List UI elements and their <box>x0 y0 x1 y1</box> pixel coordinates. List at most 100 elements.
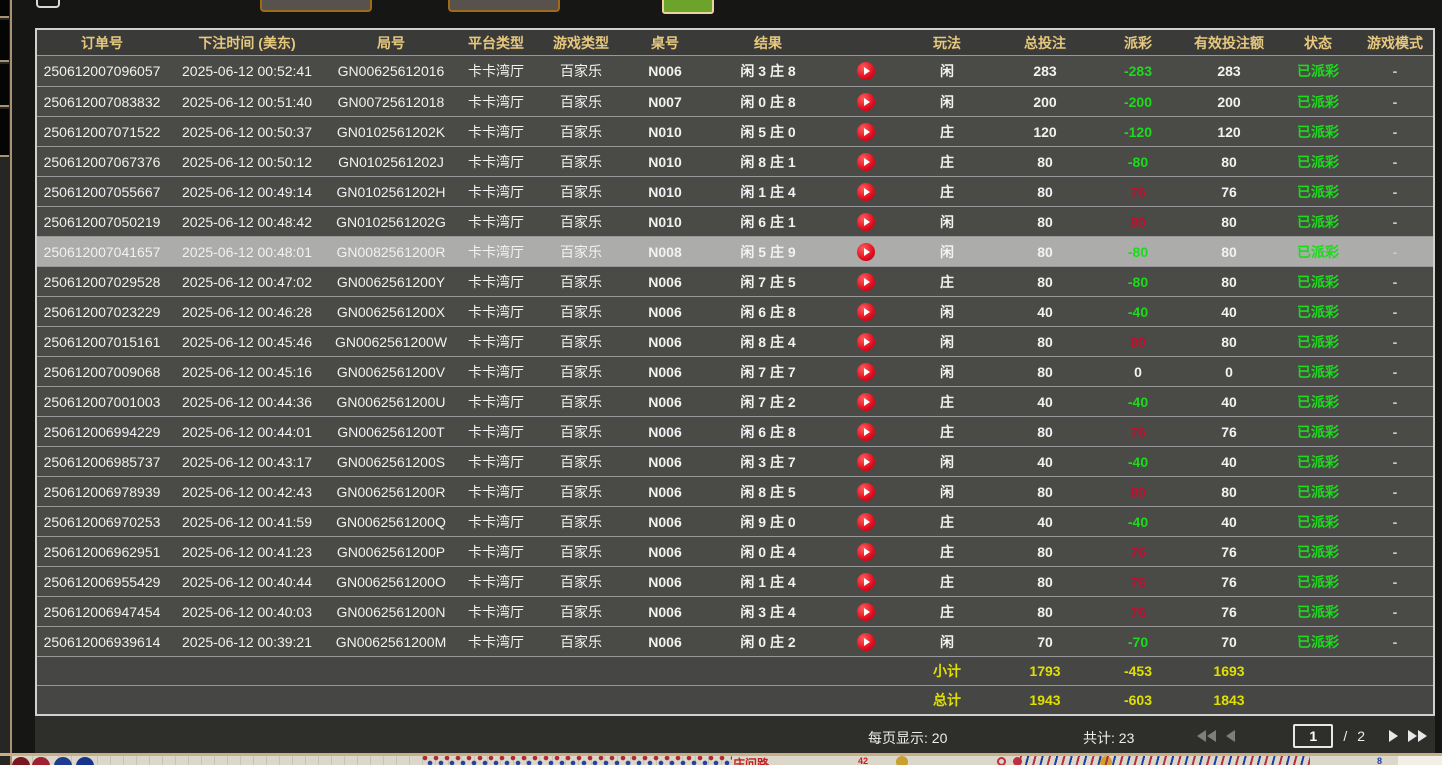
first-page-button[interactable] <box>1197 730 1216 742</box>
cell-round: GN0062561200R <box>327 477 455 506</box>
replay-video-icon[interactable] <box>857 213 875 231</box>
subtotal-label: 小计 <box>901 657 993 685</box>
cell-round: GN0062561200P <box>327 537 455 566</box>
cell-table-no: N010 <box>625 177 705 206</box>
replay-video-icon[interactable] <box>857 573 875 591</box>
table-row[interactable]: 2506120070010032025-06-12 00:44:36GN0062… <box>37 386 1433 416</box>
replay-video-icon[interactable] <box>857 363 875 381</box>
cell-result: 闲 8 庄 5 <box>705 477 831 506</box>
grand-total-total-bet: 1943 <box>993 686 1097 714</box>
replay-video-icon[interactable] <box>857 123 875 141</box>
cell-round: GN0102561202H <box>327 177 455 206</box>
cell-platform: 卡卡湾厅 <box>455 87 537 116</box>
cell-total-bet: 80 <box>993 477 1097 506</box>
replay-video-icon[interactable] <box>857 543 875 561</box>
subtotal-payout: -453 <box>1097 657 1179 685</box>
cell-game-type: 百家乐 <box>537 627 625 656</box>
replay-video-icon[interactable] <box>857 93 875 111</box>
replay-video-icon[interactable] <box>857 153 875 171</box>
cell-total-bet: 200 <box>993 87 1097 116</box>
cell-result: 闲 6 庄 8 <box>705 417 831 446</box>
replay-video-icon[interactable] <box>857 393 875 411</box>
cell-game-type: 百家乐 <box>537 117 625 146</box>
replay-video-icon[interactable] <box>857 423 875 441</box>
table-row[interactable]: 2506120069629512025-06-12 00:41:23GN0062… <box>37 536 1433 566</box>
replay-video-icon[interactable] <box>857 333 875 351</box>
cell-play-type: 庄 <box>901 387 993 416</box>
table-row[interactable]: 2506120070556672025-06-12 00:49:14GN0102… <box>37 176 1433 206</box>
cell-status: 已派彩 <box>1279 87 1357 116</box>
table-row[interactable]: 2506120070960572025-06-12 00:52:41GN0062… <box>37 56 1433 86</box>
replay-video-icon[interactable] <box>857 483 875 501</box>
cell-payout: -40 <box>1097 387 1179 416</box>
replay-video-icon[interactable] <box>857 513 875 531</box>
table-row[interactable]: 2506120070838322025-06-12 00:51:40GN0072… <box>37 86 1433 116</box>
roadmap-dots <box>422 756 732 765</box>
replay-video-icon[interactable] <box>857 273 875 291</box>
table-row[interactable]: 2506120070502192025-06-12 00:48:42GN0102… <box>37 206 1433 236</box>
current-page-input[interactable]: 1 <box>1293 724 1333 748</box>
cell-result: 闲 7 庄 2 <box>705 387 831 416</box>
table-row[interactable]: 2506120069789392025-06-12 00:42:43GN0062… <box>37 476 1433 506</box>
table-row[interactable]: 2506120070715222025-06-12 00:50:37GN0102… <box>37 116 1433 146</box>
table-row[interactable]: 2506120069857372025-06-12 00:43:17GN0062… <box>37 446 1433 476</box>
next-page-button[interactable] <box>1389 730 1398 742</box>
cell-valid-bet: 76 <box>1179 417 1279 446</box>
table-row[interactable]: 2506120070090682025-06-12 00:45:16GN0062… <box>37 356 1433 386</box>
replay-video-icon[interactable] <box>857 633 875 651</box>
replay-video-icon[interactable] <box>857 453 875 471</box>
replay-video-icon[interactable] <box>857 303 875 321</box>
table-row[interactable]: 2506120069396142025-06-12 00:39:21GN0062… <box>37 626 1433 656</box>
table-row[interactable]: 2506120069942292025-06-12 00:44:01GN0062… <box>37 416 1433 446</box>
cell-payout: 76 <box>1097 597 1179 626</box>
cell-status: 已派彩 <box>1279 597 1357 626</box>
replay-video-icon[interactable] <box>857 243 875 261</box>
cell-result: 闲 8 庄 4 <box>705 327 831 356</box>
cell-order: 250612006985737 <box>37 447 167 476</box>
cell-play-type: 闲 <box>901 477 993 506</box>
table-row[interactable]: 2506120069554292025-06-12 00:40:44GN0062… <box>37 566 1433 596</box>
replay-cell <box>831 507 901 536</box>
play-triangle-icon <box>864 278 870 286</box>
table-row[interactable]: 2506120069474542025-06-12 00:40:03GN0062… <box>37 596 1433 626</box>
cell-valid-bet: 76 <box>1179 177 1279 206</box>
toolbar-button-fragment[interactable] <box>36 0 60 8</box>
gold-chip-icon <box>896 756 908 765</box>
cell-payout: 76 <box>1097 417 1179 446</box>
search-button[interactable] <box>662 0 714 14</box>
table-row[interactable]: 2506120069702532025-06-12 00:41:59GN0062… <box>37 506 1433 536</box>
filter-select-fragment[interactable] <box>448 0 560 12</box>
cell-mode: - <box>1357 357 1433 386</box>
cell-game-type: 百家乐 <box>537 207 625 236</box>
cell-table-no: N006 <box>625 56 705 86</box>
cell-play-type: 闲 <box>901 56 993 86</box>
cell-mode: - <box>1357 56 1433 86</box>
cell-play-type: 庄 <box>901 597 993 626</box>
table-row-selected[interactable]: 2506120070416572025-06-12 00:48:01GN0082… <box>37 236 1433 266</box>
cell-result: 闲 0 庄 4 <box>705 537 831 566</box>
date-select-fragment[interactable] <box>260 0 372 12</box>
table-row[interactable]: 2506120070151612025-06-12 00:45:46GN0062… <box>37 326 1433 356</box>
cell-round: GN0102561202K <box>327 117 455 146</box>
replay-video-icon[interactable] <box>857 62 875 80</box>
cell-platform: 卡卡湾厅 <box>455 117 537 146</box>
table-row[interactable]: 2506120070673762025-06-12 00:50:12GN0102… <box>37 146 1433 176</box>
table-row[interactable]: 2506120070232292025-06-12 00:46:28GN0062… <box>37 296 1433 326</box>
table-row[interactable]: 2506120070295282025-06-12 00:47:02GN0062… <box>37 266 1433 296</box>
cell-total-bet: 80 <box>993 357 1097 386</box>
column-header-payout: 派彩 <box>1097 30 1179 55</box>
cell-total-bet: 80 <box>993 327 1097 356</box>
last-page-button[interactable] <box>1408 730 1427 742</box>
cell-game-type: 百家乐 <box>537 237 625 266</box>
cell-total-bet: 80 <box>993 237 1097 266</box>
cell-total-bet: 80 <box>993 417 1097 446</box>
total-count-label: 共计: 23 <box>1083 728 1134 748</box>
replay-video-icon[interactable] <box>857 603 875 621</box>
prev-page-button[interactable] <box>1226 730 1235 742</box>
banker-badge-icon <box>12 757 30 765</box>
replay-video-icon[interactable] <box>857 183 875 201</box>
play-triangle-icon <box>864 128 870 136</box>
bet-records-panel: 订单号 下注时间 (美东) 局号 平台类型 游戏类型 桌号 结果 玩法 总投注 … <box>35 28 1435 756</box>
replay-cell <box>831 387 901 416</box>
cell-platform: 卡卡湾厅 <box>455 447 537 476</box>
